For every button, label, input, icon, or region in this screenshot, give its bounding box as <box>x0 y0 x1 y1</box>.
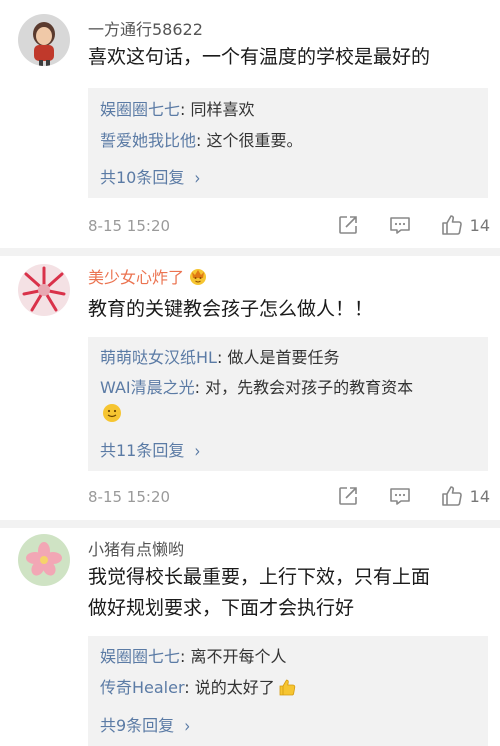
reply-text: 离不开每个人 <box>190 647 287 666</box>
thumbs-up-emoji <box>279 679 295 696</box>
like-count: 14 <box>469 486 490 506</box>
thumbs-up-icon <box>441 486 462 506</box>
comment-text: 喜欢这句话，一个有温度的学校是最好的 <box>88 46 431 68</box>
divider <box>0 248 500 256</box>
comment-username: 美少女心炸了 <box>88 264 208 288</box>
comment-username[interactable]: 一方通行58622 <box>88 16 203 40</box>
share-button[interactable] <box>336 484 360 508</box>
reply-item-emoji <box>100 403 122 425</box>
chevron-right-icon: › <box>194 440 201 462</box>
avatar[interactable] <box>18 534 70 586</box>
reply-text: 这个很重要。 <box>206 131 303 150</box>
reply-username[interactable]: 誓爱她我比他 <box>100 131 196 150</box>
view-all-replies-link[interactable]: 共11条回复 › <box>100 437 201 462</box>
comment-icon <box>389 488 410 505</box>
reply-text: 同样喜欢 <box>190 100 255 119</box>
divider <box>0 520 500 528</box>
reply-item: 娱圈圈七七: 离不开每个人 <box>100 647 287 666</box>
reply-box[interactable]: 萌萌哒女汉纸HL: 做人是首要任务 WAI清晨之光: 对，先教会对孩子的教育资本… <box>88 337 488 471</box>
reply-item: 娱圈圈七七: 同样喜欢 <box>100 100 255 119</box>
chevron-right-icon: › <box>184 715 191 737</box>
view-all-replies-link[interactable]: 共9条回复 › <box>100 712 191 737</box>
avatar[interactable] <box>18 264 70 316</box>
comment-icon <box>389 217 410 234</box>
comment-item: 一方通行58622 喜欢这句话，一个有温度的学校是最好的 娱圈圈七七: 同样喜欢… <box>0 0 500 242</box>
view-all-replies-link[interactable]: 共10条回复 › <box>100 164 201 189</box>
comment-item: 美少女心炸了 教育的关键教会孩子怎么做人！！ 萌萌哒女汉纸HL: 做人是首要任务… <box>0 256 500 518</box>
reply-item: 誓爱她我比他: 这个很重要。 <box>100 131 303 150</box>
reply-text: 做人是首要任务 <box>227 348 340 367</box>
reply-username[interactable]: 娱圈圈七七 <box>100 647 180 666</box>
comment-actions: 14 <box>308 484 490 508</box>
like-button[interactable]: 14 <box>440 484 490 508</box>
reply-item: WAI清晨之光: 对，先教会对孩子的教育资本 <box>100 378 414 397</box>
reply-text: 说的太好了 <box>194 678 275 697</box>
comment-username[interactable]: 小猪有点懒哟 <box>88 536 184 560</box>
comment-timestamp: 8-15 15:20 <box>88 488 171 506</box>
reply-item: 传奇Healer: 说的太好了 <box>100 677 297 699</box>
reply-username[interactable]: 萌萌哒女汉纸HL <box>100 348 217 367</box>
smile-emoji <box>103 404 121 422</box>
comment-button[interactable] <box>388 484 412 508</box>
avatar[interactable] <box>18 14 70 66</box>
share-icon <box>338 487 357 505</box>
reply-username[interactable]: WAI清晨之光 <box>100 378 195 397</box>
comment-actions: 14 <box>308 213 490 237</box>
share-button[interactable] <box>336 213 360 237</box>
comment-text: 教育的关键教会孩子怎么做人！！ <box>88 298 374 320</box>
comment-button[interactable] <box>388 213 412 237</box>
reply-box[interactable]: 娱圈圈七七: 同样喜欢 誓爱她我比他: 这个很重要。 共10条回复 › <box>88 88 488 198</box>
comment-text: 我觉得校长最重要，上行下效，只有上面 做好规划要求，下面才会执行好 <box>88 566 431 619</box>
reply-item: 萌萌哒女汉纸HL: 做人是首要任务 <box>100 348 340 367</box>
reply-username[interactable]: 传奇Healer <box>100 678 184 697</box>
reply-box[interactable]: 娱圈圈七七: 离不开每个人 传奇Healer: 说的太好了 共9条回复 › <box>88 636 488 746</box>
comment-item: 小猪有点懒哟 我觉得校长最重要，上行下效，只有上面 做好规划要求，下面才会执行好… <box>0 528 500 746</box>
thumbs-up-icon <box>441 215 462 235</box>
like-count: 14 <box>469 215 490 235</box>
vip-badge-icon <box>190 269 207 285</box>
like-button[interactable]: 14 <box>440 213 490 237</box>
chevron-right-icon: › <box>194 167 201 189</box>
reply-text: 对，先教会对孩子的教育资本 <box>205 378 414 397</box>
comment-timestamp: 8-15 15:20 <box>88 217 171 235</box>
share-icon <box>338 216 357 234</box>
reply-username[interactable]: 娱圈圈七七 <box>100 100 180 119</box>
